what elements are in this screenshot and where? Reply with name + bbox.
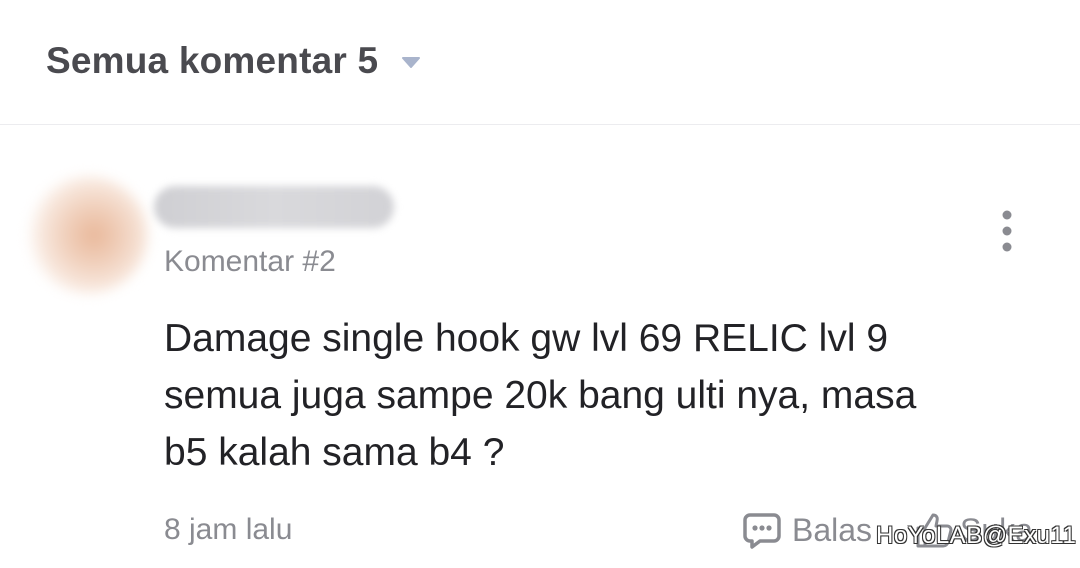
- caret-down-icon[interactable]: [401, 56, 421, 68]
- avatar[interactable]: [28, 176, 148, 294]
- comment-body: Damage single hook gw lvl 69 RELIC lvl 9…: [164, 310, 1044, 481]
- reply-button[interactable]: Balas: [742, 508, 872, 552]
- reply-label: Balas: [792, 511, 873, 548]
- watermark: HoYoLAB@Exu11: [876, 522, 1077, 549]
- comment-line: Damage single hook gw lvl 69 RELIC lvl 9: [164, 317, 889, 360]
- comments-screen: Semua komentar 5 Komentar #2 Damage sing…: [0, 0, 1080, 568]
- more-vertical-icon[interactable]: [994, 208, 1020, 254]
- comment-line: b5 kalah sama b4 ?: [164, 431, 505, 474]
- username-redacted[interactable]: [154, 186, 394, 228]
- comment-timestamp: 8 jam lalu: [164, 513, 293, 546]
- comment-number: Komentar #2: [164, 245, 336, 278]
- comments-title[interactable]: Semua komentar 5: [46, 40, 378, 82]
- comment-line: semua juga sampe 20k bang ulti nya, masa: [164, 374, 917, 417]
- comments-header: Semua komentar 5: [0, 0, 1080, 125]
- chat-bubble-icon: [743, 513, 781, 549]
